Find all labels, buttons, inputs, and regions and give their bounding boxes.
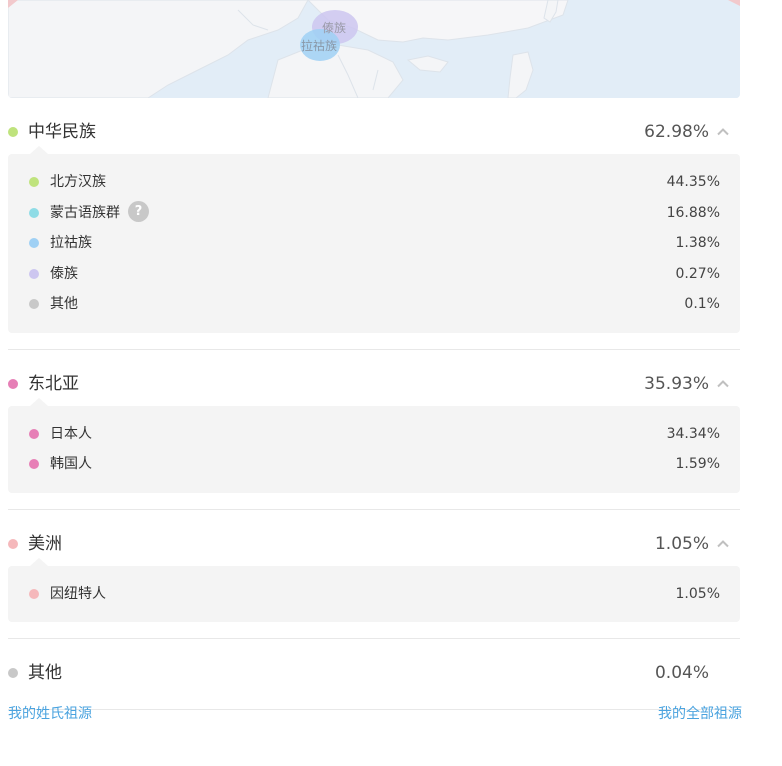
item-percentage: 1.38% — [675, 235, 720, 251]
item-dot — [29, 238, 39, 248]
subgroup-list: 北方汉族 44.35% 蒙古语族群 ? 16.88% 拉祜族 1.38% 傣族 … — [8, 146, 740, 333]
help-icon[interactable]: ? — [128, 200, 149, 222]
group-northeast-asia: 东北亚 35.93% 日本人 34.34% 韩国人 1.59% — [8, 350, 740, 510]
list-item: 蒙古语族群 ? 16.88% — [8, 198, 740, 229]
group-percentage: 0.04% — [654, 663, 709, 683]
item-percentage: 0.1% — [684, 296, 720, 312]
group-header-americas[interactable]: 美洲 1.05% — [8, 510, 740, 566]
map-label-dai: 傣族 — [322, 21, 346, 35]
map-graphic: 傣族 拉祜族 — [8, 0, 740, 98]
footer-links: 我的姓氏祖源 我的全部祖源 — [8, 700, 742, 724]
item-dot — [29, 428, 39, 439]
list-item: 韩国人 1.59% — [8, 449, 740, 480]
list-item: 日本人 34.34% — [8, 419, 740, 450]
list-item: 拉祜族 1.38% — [8, 228, 740, 259]
item-percentage: 1.59% — [675, 456, 720, 472]
item-name: 蒙古语族群 — [50, 204, 120, 221]
group-header-northeast-asia[interactable]: 东北亚 35.93% — [8, 350, 740, 406]
item-name: 北方汉族 — [50, 174, 106, 190]
item-name: 日本人 — [50, 425, 92, 442]
item-name: 因纽特人 — [50, 585, 106, 602]
item-dot — [29, 459, 39, 469]
list-item: 其他 0.1% — [8, 289, 740, 320]
surname-ancestry-link[interactable]: 我的姓氏祖源 — [8, 704, 92, 724]
group-name: 美洲 — [28, 533, 62, 554]
group-name: 东北亚 — [28, 373, 79, 394]
item-dot — [29, 268, 39, 279]
item-name: 拉祜族 — [50, 235, 92, 251]
chevron-up-icon[interactable] — [716, 125, 730, 139]
group-zhonghua: 中华民族 62.98% 北方汉族 44.35% 蒙古语族群 ? 16.88% 拉… — [8, 98, 740, 350]
group-dot — [8, 668, 18, 678]
chevron-up-icon[interactable] — [716, 377, 730, 391]
ancestry-map[interactable]: 傣族 拉祜族 — [8, 0, 740, 98]
group-name: 其他 — [28, 663, 62, 683]
item-percentage: 1.05% — [675, 585, 720, 602]
item-percentage: 16.88% — [666, 204, 720, 221]
item-dot — [29, 177, 39, 187]
item-percentage: 34.34% — [666, 425, 720, 442]
group-percentage: 35.93% — [644, 373, 709, 394]
map-label-lahu: 拉祜族 — [301, 38, 337, 53]
group-dot — [8, 538, 18, 549]
item-name: 其他 — [50, 296, 78, 312]
subgroup-list: 日本人 34.34% 韩国人 1.59% — [8, 397, 740, 493]
list-item: 因纽特人 1.05% — [8, 579, 740, 610]
chevron-up-icon[interactable] — [716, 537, 730, 551]
group-dot — [8, 378, 18, 389]
group-percentage: 1.05% — [654, 533, 709, 554]
group-name: 中华民族 — [28, 122, 96, 142]
group-header-other: 其他 0.04% — [8, 639, 740, 695]
item-dot — [29, 207, 39, 218]
group-americas: 美洲 1.05% 因纽特人 1.05% — [8, 510, 740, 639]
item-dot — [29, 588, 39, 599]
list-item: 北方汉族 44.35% — [8, 167, 740, 198]
all-ancestry-link[interactable]: 我的全部祖源 — [658, 704, 742, 724]
item-percentage: 44.35% — [666, 174, 720, 190]
group-percentage: 62.98% — [644, 122, 709, 142]
item-percentage: 0.27% — [675, 265, 720, 282]
list-item: 傣族 0.27% — [8, 259, 740, 290]
item-name: 傣族 — [50, 265, 78, 282]
item-dot — [29, 299, 39, 309]
item-name: 韩国人 — [50, 456, 92, 472]
ancestry-groups: 中华民族 62.98% 北方汉族 44.35% 蒙古语族群 ? 16.88% 拉… — [8, 98, 740, 710]
subgroup-list: 因纽特人 1.05% — [8, 557, 740, 622]
group-dot — [8, 127, 18, 137]
group-header-zhonghua[interactable]: 中华民族 62.98% — [8, 98, 740, 154]
